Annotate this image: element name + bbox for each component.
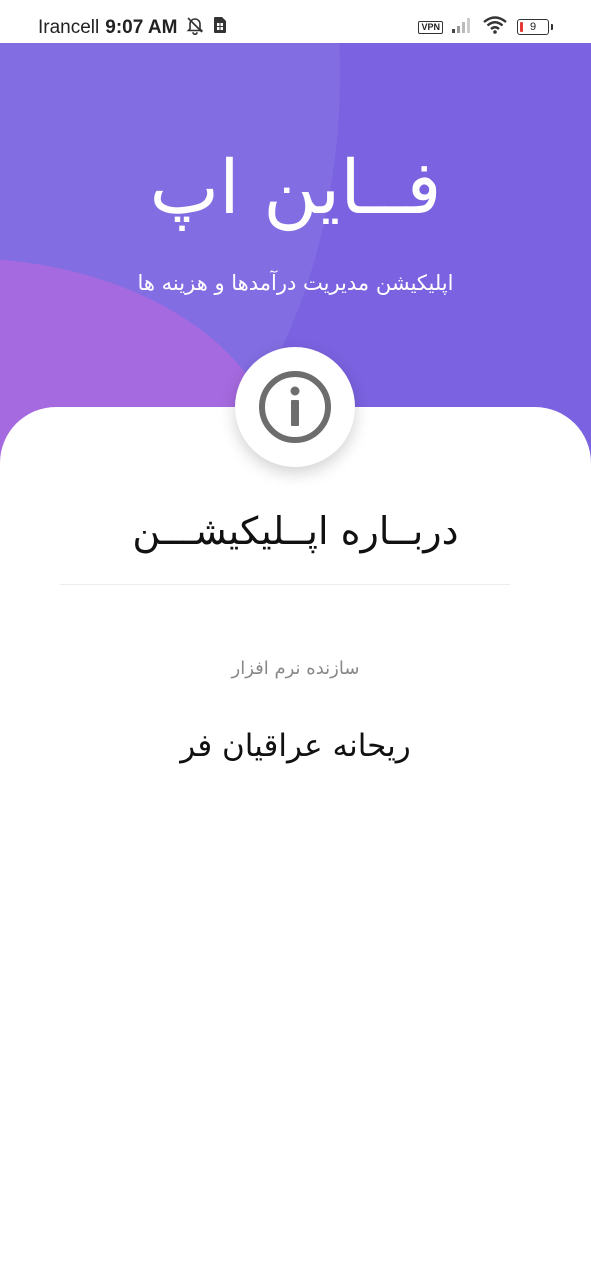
info-icon (259, 371, 331, 443)
signal-icon (451, 17, 473, 37)
developer-label: سازنده نرم افزار (231, 658, 360, 679)
developer-name: ریحانه عراقیان فر (180, 728, 411, 764)
sim-icon (213, 16, 227, 40)
app-title: فــاین اپ (149, 145, 442, 231)
about-screen: Irancell 9:07 AM VPN 9 فــاین اپ اپلیکیش… (0, 0, 591, 1280)
battery-percent: 9 (529, 21, 537, 33)
alarm-off-icon (185, 15, 205, 41)
info-badge (235, 347, 355, 467)
divider (60, 584, 510, 585)
status-left: Irancell 9:07 AM (38, 15, 235, 41)
status-bar: Irancell 9:07 AM VPN 9 (0, 0, 591, 43)
wifi-icon (483, 16, 507, 38)
status-right: VPN 9 (418, 16, 553, 38)
app-subtitle: اپلیکیشن مدیریت درآمدها و هزینه ها (137, 271, 454, 295)
battery-icon: 9 (517, 19, 553, 35)
carrier-label: Irancell (38, 17, 100, 38)
battery-nub (551, 24, 553, 30)
vpn-badge: VPN (418, 20, 443, 34)
status-time: 9:07 AM (105, 17, 178, 38)
battery-level (520, 22, 523, 32)
about-title: دربــاره اپــلیکیشـــن (132, 509, 459, 553)
